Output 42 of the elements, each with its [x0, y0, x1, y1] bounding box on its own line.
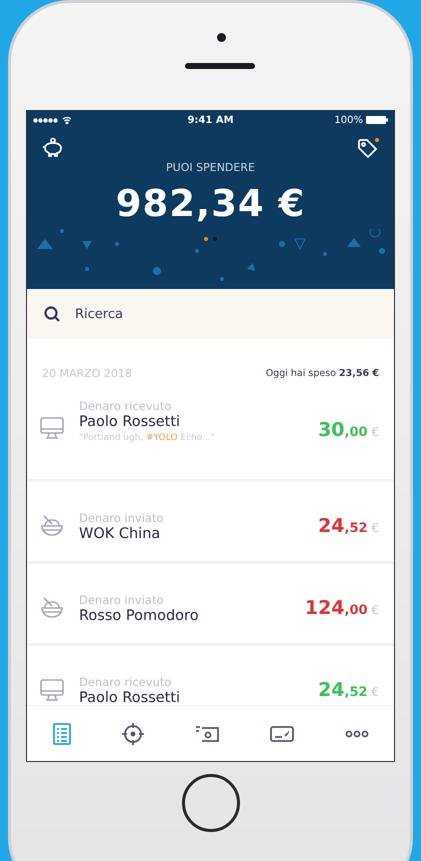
transaction-type: Denaro inviato: [79, 510, 165, 524]
page-dot[interactable]: [204, 237, 208, 241]
piggy-bank-icon[interactable]: [41, 137, 65, 159]
list-icon: [52, 722, 72, 746]
transaction-name: WOK China: [79, 526, 162, 542]
search-icon: [43, 305, 61, 323]
balance-label: PUOI SPENDERE: [166, 161, 255, 174]
spent-today-text: Oggi hai speso 23,56 €: [266, 368, 379, 379]
transaction-amount: 124,00 €: [304, 597, 379, 619]
tag-icon[interactable]: [356, 137, 380, 159]
transaction-amount: 24,52 €: [318, 515, 379, 537]
transaction-amount: 30,00 €: [318, 419, 379, 441]
speaker-icon: [185, 63, 255, 69]
battery-icon: [366, 116, 388, 124]
computer-icon: [39, 677, 65, 703]
wifi-icon: [62, 116, 72, 124]
transaction-amount: 24,52 €: [318, 679, 379, 701]
search-field[interactable]: Ricerca: [75, 299, 378, 329]
bowl-icon: [39, 513, 65, 539]
home-button[interactable]: [182, 774, 240, 832]
camera-icon: [217, 33, 226, 42]
battery-percent: 100%: [334, 114, 363, 126]
card-icon: [268, 724, 294, 744]
more-icon: [344, 728, 370, 738]
computer-icon: [39, 415, 65, 441]
date-heading: 20 MARZO 2018: [42, 367, 132, 380]
balance-amount: 982,34 €: [116, 182, 306, 225]
transaction-row[interactable]: Denaro inviato WOK China 24,52 €: [27, 482, 394, 564]
transaction-type: Denaro ricevuto: [79, 674, 172, 688]
crosshair-icon: [120, 722, 144, 746]
status-time: 9:41 AM: [187, 114, 234, 126]
transaction-type: Denaro ricevuto: [79, 399, 172, 413]
transaction-type: Denaro inviato: [79, 592, 165, 606]
transaction-row[interactable]: Denaro inviato Rosso Pomodoro 124,00 €: [27, 564, 394, 646]
bowl-icon: [39, 595, 65, 621]
transaction-name: Rosso Pomodoro: [79, 608, 200, 624]
page-dot[interactable]: [213, 237, 217, 241]
search-bar[interactable]: Ricerca: [27, 289, 394, 339]
signal-icon: [33, 118, 59, 122]
transaction-name: Paolo Rossetti: [79, 690, 182, 705]
cash-icon: [194, 724, 220, 744]
transaction-name: Paolo Rossetti: [79, 414, 182, 430]
